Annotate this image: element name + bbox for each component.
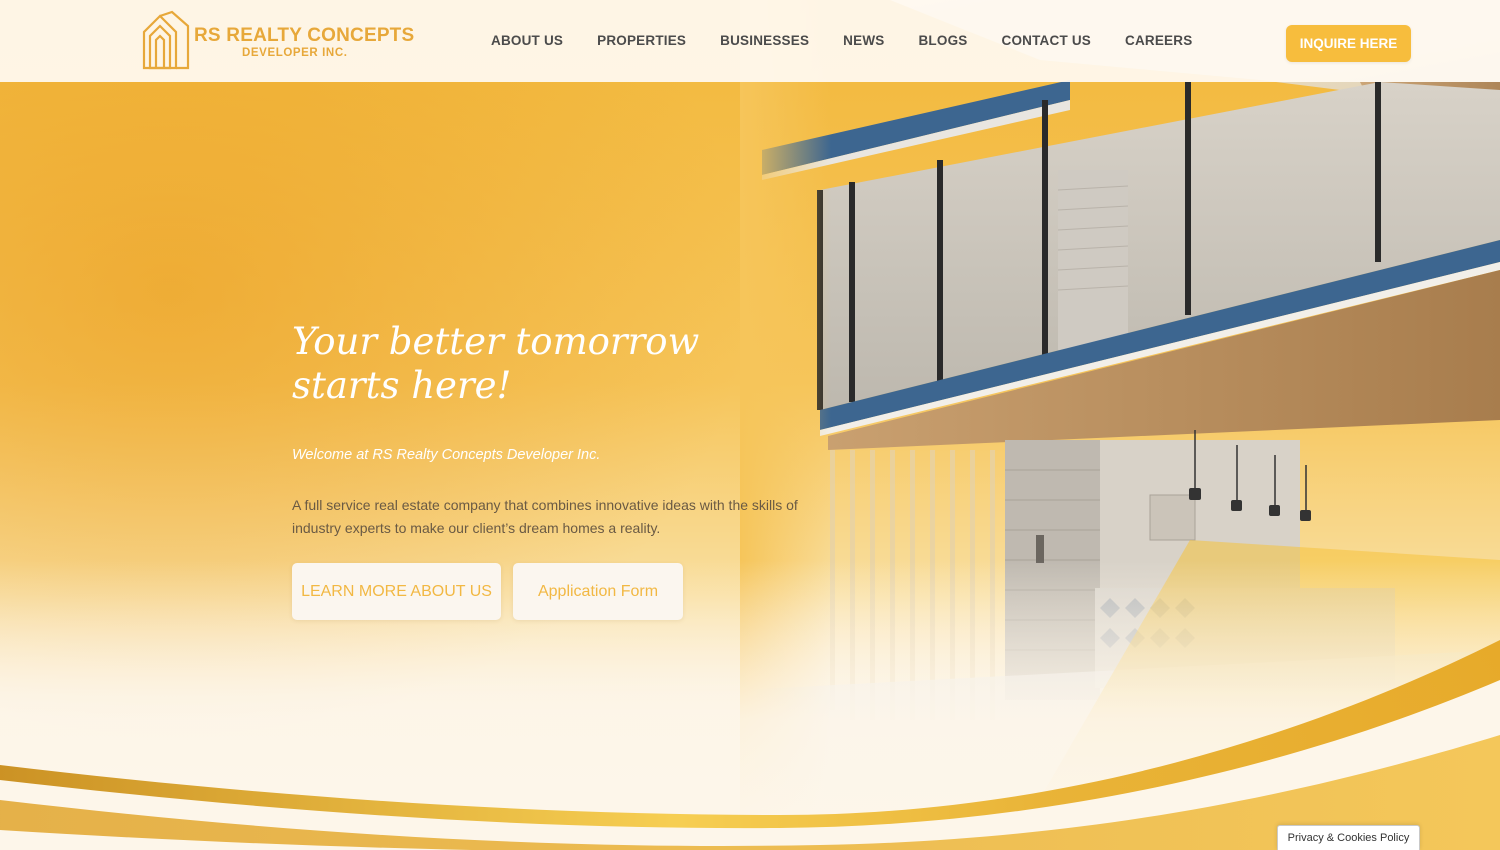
- nav-news[interactable]: NEWS: [843, 33, 884, 51]
- nav-about-us[interactable]: ABOUT US: [491, 33, 563, 51]
- privacy-cookies-policy-button[interactable]: Privacy & Cookies Policy: [1277, 825, 1420, 850]
- application-form-button[interactable]: Application Form: [513, 563, 683, 620]
- nav-properties[interactable]: PROPERTIES: [597, 33, 686, 51]
- house-outline-logo-icon: [142, 10, 190, 70]
- main-navigation: ABOUT US PROPERTIES BUSINESSES NEWS BLOG…: [474, 33, 1209, 51]
- nav-blogs[interactable]: BLOGS: [918, 33, 967, 51]
- brand-name: RS REALTY CONCEPTS: [194, 25, 415, 46]
- hero-welcome-text: Welcome at RS Realty Concepts Developer …: [292, 447, 601, 463]
- nav-careers[interactable]: CAREERS: [1125, 33, 1192, 51]
- nav-businesses[interactable]: BUSINESSES: [720, 33, 809, 51]
- brand-logo[interactable]: RS REALTY CONCEPTS DEVELOPER INC.: [142, 10, 422, 72]
- hero-description: A full service real estate company that …: [292, 497, 798, 536]
- brand-subtitle: DEVELOPER INC.: [242, 47, 348, 59]
- hero-headline: Your better tomorrow starts here!: [292, 320, 752, 408]
- hero-section: [0, 0, 1500, 850]
- hero-headline-line1: Your better tomorrow: [292, 320, 700, 363]
- golden-wave-decoration: [0, 640, 1500, 850]
- nav-contact-us[interactable]: CONTACT US: [1002, 33, 1092, 51]
- learn-more-button[interactable]: LEARN MORE ABOUT US: [292, 563, 501, 620]
- hero-headline-line2: starts here!: [292, 364, 512, 407]
- inquire-here-button[interactable]: INQUIRE HERE: [1286, 25, 1411, 62]
- site-header: RS REALTY CONCEPTS DEVELOPER INC. ABOUT …: [0, 0, 1500, 82]
